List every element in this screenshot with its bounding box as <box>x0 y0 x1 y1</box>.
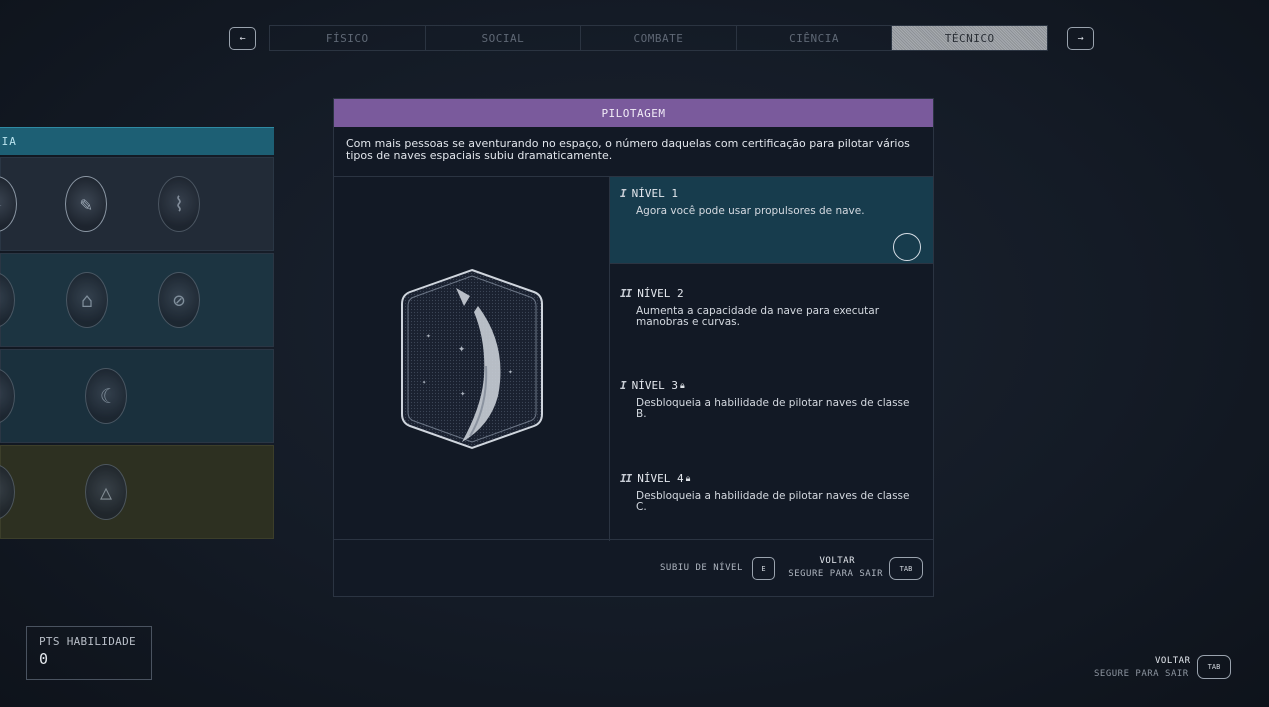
skill-points-box: PTS HABILIDADE 0 <box>26 626 152 680</box>
skill-medal-icon[interactable]: ◐ <box>0 272 15 328</box>
rank-description: Agora você pode usar propulsores de nave… <box>636 205 865 217</box>
tab-fisico[interactable]: FÍSICO <box>270 26 426 50</box>
rank-1[interactable]: I NÍVEL 1 Agora você pode usar propulsor… <box>610 177 933 264</box>
back-tab-key-global-button[interactable]: TAB <box>1197 655 1231 679</box>
skill-points-label: PTS HABILIDADE <box>39 635 136 648</box>
skill-ranks: I NÍVEL 1 Agora você pode usar propulsor… <box>610 177 933 541</box>
skill-row-novice: ✦ ✎ ⌇ <box>0 157 274 251</box>
tab-tecnico[interactable]: TÉCNICO <box>892 26 1047 50</box>
lock-icon: 🔒︎ <box>685 473 691 484</box>
skill-medal-icon[interactable]: ☾ <box>85 368 127 424</box>
skill-grid-header: CIA <box>0 127 274 155</box>
rank-pip-icon: I <box>620 187 627 200</box>
skill-medal-icon[interactable]: ⊘ <box>158 272 200 328</box>
skill-medal-icon[interactable]: ⌂ <box>66 272 108 328</box>
svg-text:✦: ✦ <box>458 341 465 355</box>
svg-text:✦: ✦ <box>426 331 431 340</box>
svg-text:✦: ✦ <box>460 389 466 399</box>
skill-title: PILOTAGEM <box>334 99 933 127</box>
category-tabs: FÍSICO SOCIAL COMBATE CIÊNCIA TÉCNICO <box>269 25 1048 51</box>
skill-medal-icon[interactable]: ⌇ <box>158 176 200 232</box>
rank-up-key-button[interactable]: E <box>752 557 775 580</box>
spaceship-patch-icon: ✦ ✦ ✦ ✦ ✦ <box>400 268 543 450</box>
rank-title: NÍVEL 1 <box>631 187 678 200</box>
skill-description: Com mais pessoas se aventurando no espaç… <box>334 127 933 177</box>
rank-description: Aumenta a capacidade da nave para execut… <box>636 305 880 328</box>
skill-medal-icon[interactable]: ✎ <box>65 176 107 232</box>
rank-up-label: SUBIU DE NÍVEL <box>660 563 743 573</box>
rank-3[interactable]: I NÍVEL 3 🔒︎ Desbloqueia a habilidade de… <box>610 369 933 420</box>
rank-description: Desbloqueia a habilidade de pilotar nave… <box>636 490 910 513</box>
rank-title: NÍVEL 2 <box>637 287 684 300</box>
rank-pip-icon: I <box>620 379 627 392</box>
lock-icon: 🔒︎ <box>679 380 685 391</box>
back-label: VOLTAR <box>819 556 855 566</box>
back-label-global: VOLTAR <box>1155 656 1191 666</box>
panel-footer: SUBIU DE NÍVEL E VOLTAR SEGURE PARA SAIR… <box>334 539 933 596</box>
skill-row-master: ◒ △ <box>0 445 274 539</box>
skill-medal-icon[interactable]: ✦ <box>0 176 17 232</box>
skill-grid: CIA ✦ ✎ ⌇ ◐ ⌂ ⊘ ◑ ☾ ◒ △ <box>0 127 274 539</box>
hold-to-exit-label: SEGURE PARA SAIR <box>788 569 883 579</box>
skill-row-expert: ◑ ☾ <box>0 349 274 443</box>
skill-medal-icon[interactable]: ◒ <box>0 464 15 520</box>
rank-2[interactable]: II NÍVEL 2 Aumenta a capacidade da nave … <box>610 277 933 328</box>
tab-ciencia[interactable]: CIÊNCIA <box>737 26 893 50</box>
next-category-button[interactable]: → <box>1067 27 1094 50</box>
tab-social[interactable]: SOCIAL <box>426 26 582 50</box>
rank-title: NÍVEL 3 <box>631 379 678 392</box>
tab-combate[interactable]: COMBATE <box>581 26 737 50</box>
previous-category-button[interactable]: ← <box>229 27 256 50</box>
skill-row-advanced: ◐ ⌂ ⊘ <box>0 253 274 347</box>
rank-title: NÍVEL 4 <box>637 472 684 485</box>
skill-detail-panel: PILOTAGEM Com mais pessoas se aventurand… <box>333 98 934 597</box>
skill-badge: ✦ ✦ ✦ ✦ ✦ <box>334 177 610 541</box>
skill-points-value: 0 <box>39 650 49 668</box>
arrow-right-icon: → <box>1077 33 1084 44</box>
skill-medal-icon[interactable]: △ <box>85 464 127 520</box>
arrow-left-icon: ← <box>239 33 246 44</box>
svg-text:✦: ✦ <box>508 367 513 376</box>
rank-pip-icon: II <box>620 472 632 485</box>
rank-pip-icon: II <box>620 287 632 300</box>
rank-4[interactable]: II NÍVEL 4 🔒︎ Desbloqueia a habilidade d… <box>610 462 933 513</box>
rank-select-circle-icon[interactable] <box>893 233 921 261</box>
skill-medal-icon[interactable]: ◑ <box>0 368 15 424</box>
rank-description: Desbloqueia a habilidade de pilotar nave… <box>636 397 910 420</box>
hold-to-exit-label-global: SEGURE PARA SAIR <box>1094 669 1189 679</box>
back-tab-key-button[interactable]: TAB <box>889 557 923 580</box>
